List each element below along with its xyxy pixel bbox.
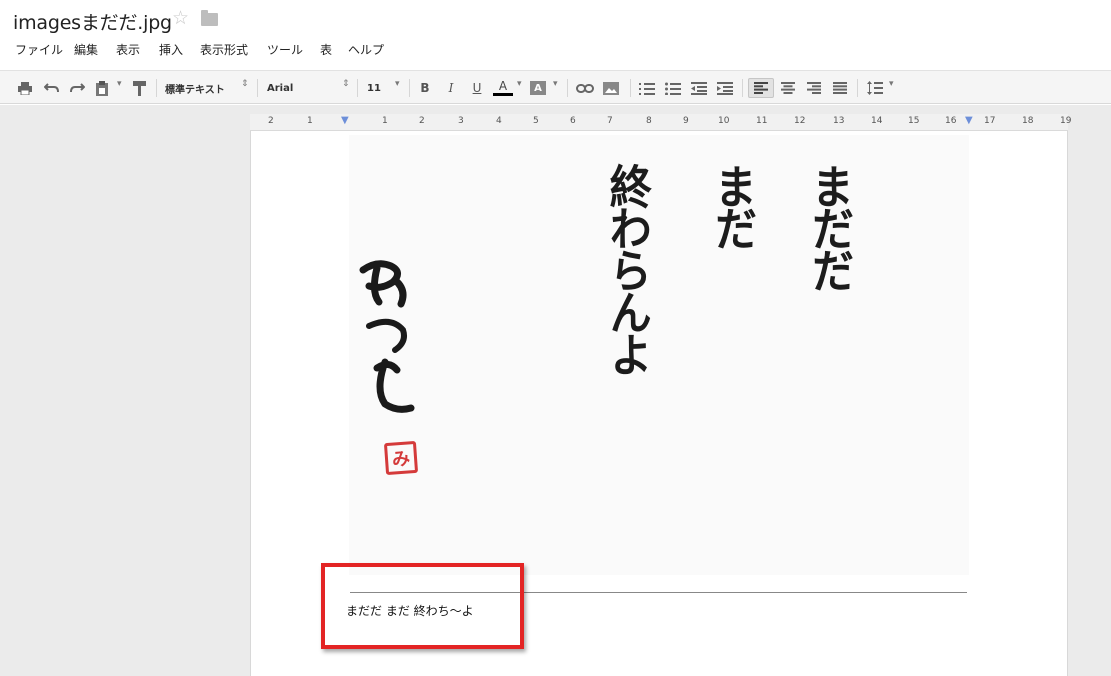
ruler-label: 1 xyxy=(382,116,388,126)
annotation-highlight-box xyxy=(321,563,524,649)
ruler[interactable]: 2 1 ▼ 1 2 3 4 5 6 7 8 9 10 11 12 13 14 1… xyxy=(250,114,1072,131)
text-color-label: A xyxy=(498,79,508,93)
paste-icon[interactable] xyxy=(94,78,110,98)
star-icon[interactable]: ☆ xyxy=(172,7,189,29)
menu-file[interactable]: ファイル xyxy=(15,41,63,58)
signature-image xyxy=(357,258,417,418)
ruler-label: 15 xyxy=(908,116,920,126)
toolbar-divider xyxy=(630,79,631,97)
calligraphy-column-2: まだ xyxy=(708,163,758,247)
toolbar-divider xyxy=(409,79,410,97)
bold-button[interactable]: B xyxy=(417,78,433,98)
highlight-color-button[interactable]: A xyxy=(530,81,546,95)
ruler-label: 17 xyxy=(984,116,996,126)
toolbar-divider xyxy=(567,79,568,97)
numbered-list-icon[interactable] xyxy=(638,78,656,98)
embedded-image[interactable]: まだだ まだ 終わらんよ xyxy=(349,135,969,575)
menu-view[interactable]: 表示 xyxy=(116,41,140,58)
line-spacing-icon[interactable] xyxy=(865,78,885,98)
ruler-label: 14 xyxy=(871,116,883,126)
align-left-button[interactable] xyxy=(748,78,774,98)
menu-help[interactable]: ヘルプ xyxy=(348,41,384,58)
text-color-dropdown-icon[interactable]: ▾ xyxy=(517,79,522,89)
link-icon[interactable] xyxy=(575,78,595,98)
right-margin-marker-icon[interactable]: ▼ xyxy=(965,115,973,126)
underline-button[interactable]: U xyxy=(469,78,485,98)
menu-tools[interactable]: ツール xyxy=(267,41,303,58)
folder-icon[interactable] xyxy=(201,10,218,26)
style-select[interactable]: 標準テキスト xyxy=(165,78,240,98)
font-size-select[interactable]: 11 xyxy=(367,78,391,98)
menu-bar: ファイル 編集 表示 挿入 表示形式 ツール 表 ヘルプ xyxy=(0,38,1111,62)
calligraphy-column-3: 終わらんよ xyxy=(603,163,653,373)
calligraphy-column-1: まだだ xyxy=(805,163,855,289)
toolbar-divider xyxy=(357,79,358,97)
ruler-label: 16 xyxy=(945,116,957,126)
toolbar-divider xyxy=(857,79,858,97)
ruler-label: 3 xyxy=(458,116,464,126)
style-dropdown-icon[interactable]: ⇕ xyxy=(241,79,249,89)
ruler-label: 12 xyxy=(794,116,806,126)
toolbar: ▾ 標準テキスト ⇕ Arial ⇕ 11 ▾ B I U A ▾ A ▾ ▾ xyxy=(0,70,1111,104)
menu-table[interactable]: 表 xyxy=(320,41,332,58)
ruler-label: 13 xyxy=(833,116,845,126)
align-justify-button[interactable] xyxy=(831,78,849,98)
document-title[interactable]: imagesまだだ.jpg xyxy=(13,8,172,35)
font-size-dropdown-icon[interactable]: ▾ xyxy=(395,79,400,89)
undo-icon[interactable] xyxy=(42,78,60,98)
toolbar-divider xyxy=(257,79,258,97)
insert-image-icon[interactable] xyxy=(602,78,620,98)
paint-format-icon[interactable] xyxy=(131,78,147,98)
text-color-swatch xyxy=(493,93,513,96)
ruler-label: 2 xyxy=(268,116,274,126)
title-bar: imagesまだだ.jpg ☆ xyxy=(0,0,1111,38)
paste-dropdown-icon[interactable]: ▾ xyxy=(117,79,122,89)
font-select[interactable]: Arial xyxy=(267,78,337,98)
ruler-label: 7 xyxy=(607,116,613,126)
italic-button[interactable]: I xyxy=(443,78,459,98)
redo-icon[interactable] xyxy=(68,78,86,98)
indent-marker-icon[interactable]: ▼ xyxy=(341,115,349,126)
ruler-label: 5 xyxy=(533,116,539,126)
increase-indent-icon[interactable] xyxy=(716,78,734,98)
ruler-label: 4 xyxy=(496,116,502,126)
text-color-button[interactable]: A xyxy=(492,78,514,98)
align-right-button[interactable] xyxy=(805,78,823,98)
ruler-label: 19 xyxy=(1060,116,1072,126)
decrease-indent-icon[interactable] xyxy=(690,78,708,98)
ruler-label: 8 xyxy=(646,116,652,126)
ruler-label: 10 xyxy=(718,116,730,126)
menu-edit[interactable]: 編集 xyxy=(74,41,98,58)
ruler-label: 9 xyxy=(683,116,689,126)
ruler-label: 18 xyxy=(1022,116,1034,126)
menu-insert[interactable]: 挿入 xyxy=(159,41,183,58)
toolbar-divider xyxy=(156,79,157,97)
bulleted-list-icon[interactable] xyxy=(664,78,682,98)
toolbar-divider xyxy=(742,79,743,97)
ruler-label: 2 xyxy=(419,116,425,126)
print-icon[interactable] xyxy=(16,78,34,98)
highlight-dropdown-icon[interactable]: ▾ xyxy=(553,79,558,89)
menu-format[interactable]: 表示形式 xyxy=(200,41,248,58)
font-dropdown-icon[interactable]: ⇕ xyxy=(342,79,350,89)
align-center-button[interactable] xyxy=(779,78,797,98)
ruler-label: 1 xyxy=(307,116,313,126)
red-seal-stamp: み xyxy=(383,440,419,476)
line-spacing-dropdown-icon[interactable]: ▾ xyxy=(889,79,894,89)
ruler-label: 6 xyxy=(570,116,576,126)
ruler-label: 11 xyxy=(756,116,768,126)
